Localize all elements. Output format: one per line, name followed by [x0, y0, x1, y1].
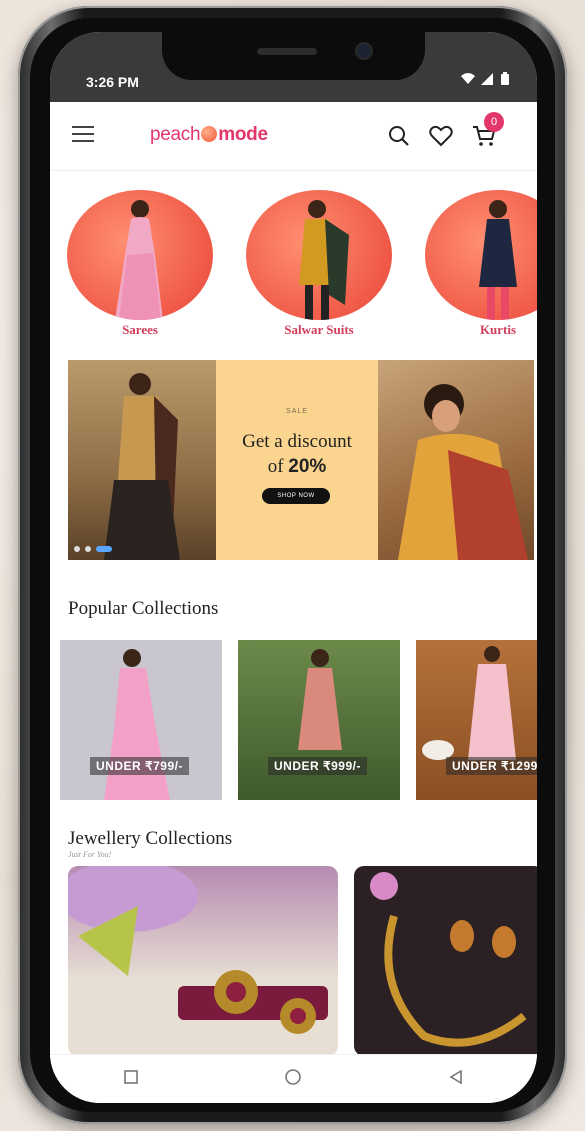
banner-discount-value: 20%: [288, 455, 327, 477]
price-tag: UNDER ₹999/-: [268, 757, 367, 775]
recent-apps-icon[interactable]: [123, 1069, 139, 1090]
popular-card[interactable]: UNDER ₹799/-: [60, 640, 222, 800]
back-icon[interactable]: [448, 1069, 464, 1090]
category-salwar-suits[interactable]: Salwar Suits: [246, 190, 392, 338]
product-image: [104, 649, 170, 800]
notch: [162, 32, 425, 80]
menu-icon[interactable]: [72, 126, 94, 142]
peach-icon: [201, 126, 218, 142]
banner-offer: SALE Get a discount of 20% SHOP NOW: [216, 360, 378, 560]
kurti-model-image: [479, 200, 517, 320]
banner-line1: Get a discount: [242, 431, 352, 452]
category-kurtis[interactable]: Kurtis: [425, 190, 537, 338]
banner-image-left: [68, 360, 216, 560]
shop-now-button[interactable]: SHOP NOW: [262, 488, 330, 504]
popular-collections-title: Popular Collections: [68, 598, 219, 619]
status-icons: [459, 72, 515, 89]
jewellery-collections-title: Jewellery Collections: [68, 828, 233, 849]
phone-screen: 3:26 PM peach mode 0 Sarees Salwar Suits…: [50, 32, 537, 1103]
banner-sale-tag: SALE: [286, 408, 308, 415]
status-bar: 3:26 PM: [50, 32, 537, 102]
price-tag: UNDER ₹799/-: [90, 757, 189, 775]
popular-collections-carousel: UNDER ₹799/- UNDER ₹999/- UNDER ₹1299/: [60, 640, 537, 800]
front-camera: [357, 44, 371, 58]
jewellery-card[interactable]: [68, 866, 338, 1056]
category-label: Sarees: [122, 322, 158, 337]
wifi-signal-battery-icon: [461, 72, 509, 85]
app-header: peach mode 0: [50, 102, 537, 171]
logo-prefix: peach: [150, 124, 201, 145]
banner-headline: Get a discount of 20%: [216, 430, 378, 479]
salwar-model-image: [299, 200, 349, 320]
brand-logo[interactable]: peach mode: [150, 124, 268, 146]
cart-icon[interactable]: 0: [470, 112, 504, 150]
category-carousel: Sarees Salwar Suits Kurtis: [50, 182, 537, 352]
wishlist-heart-icon[interactable]: [427, 122, 455, 150]
jewellery-subtitle: Just For You!: [68, 850, 112, 859]
promo-banner[interactable]: SALE Get a discount of 20% SHOP NOW: [68, 360, 534, 560]
category-image: [67, 190, 213, 320]
home-icon[interactable]: [284, 1068, 302, 1091]
popular-card[interactable]: UNDER ₹1299/: [416, 640, 537, 800]
price-tag: UNDER ₹1299/: [446, 757, 537, 775]
jewellery-carousel: [68, 866, 537, 1056]
phone-frame: 3:26 PM peach mode 0 Sarees Salwar Suits…: [18, 6, 567, 1124]
product-image: [298, 649, 342, 750]
banner-line2-prefix: of: [267, 455, 289, 477]
logo-suffix: mode: [218, 124, 268, 145]
android-nav-bar: [50, 1054, 537, 1103]
category-sarees[interactable]: Sarees: [67, 190, 213, 338]
banner-image-right: [378, 360, 534, 560]
status-time: 3:26 PM: [86, 74, 139, 90]
jewellery-card[interactable]: [354, 866, 537, 1056]
carousel-dots[interactable]: [74, 546, 112, 552]
category-label: Kurtis: [479, 322, 517, 337]
category-image: [246, 190, 392, 320]
jewellery-image: [370, 872, 527, 1047]
speaker-grille: [257, 48, 317, 55]
product-image: [422, 646, 516, 760]
category-image: [425, 190, 537, 320]
search-icon[interactable]: [385, 122, 413, 150]
cart-count-badge: 0: [484, 112, 504, 132]
popular-card[interactable]: UNDER ₹999/-: [238, 640, 400, 800]
saree-model-image: [115, 200, 163, 320]
jewellery-image: [68, 866, 328, 1034]
category-label: Salwar Suits: [284, 322, 354, 337]
